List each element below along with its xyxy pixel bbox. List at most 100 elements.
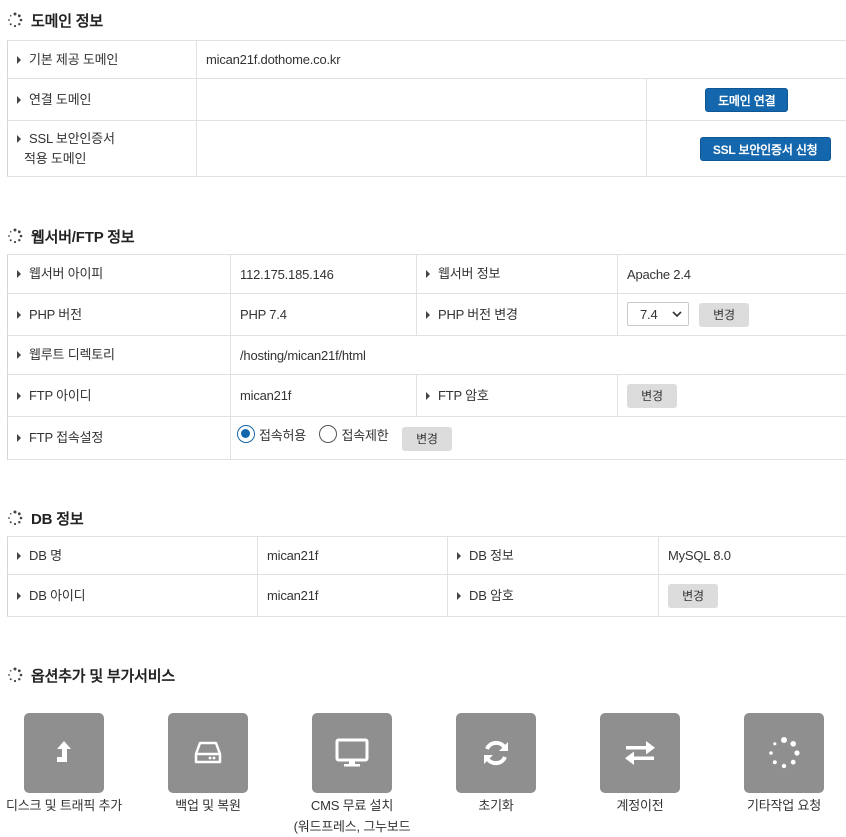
select-value: 7.4 [640,307,657,322]
radio-checked[interactable] [237,425,255,443]
row-label: FTP 접속설정 [29,428,103,448]
db-info-value: MySQL 8.0 [659,537,846,575]
table-row: 웹서버 아이피 112.175.185.146 웹서버 정보 Apache 2.… [8,255,846,294]
ssl-domain-value [197,121,647,177]
row-label: 웹서버 정보 [438,264,500,284]
ftp-access-change-button[interactable]: 변경 [402,427,452,451]
row-label: PHP 버전 [29,305,82,325]
db-section-title: DB 정보 [7,507,83,529]
connect-button-cell: 도메인 연결 [647,79,846,121]
db-id-label-cell: DB 아이디 [8,575,258,617]
transfer-arrows-icon [622,739,658,767]
radio-label: 접속허용 [259,425,306,444]
tile-label-line2: (워드프레스, 그누보드 [294,819,411,834]
hard-drive-icon [193,740,223,766]
row-label: FTP 암호 [438,386,489,406]
ssl-domain-label-cell: SSL 보안인증서 적용 도메인 [8,121,197,177]
db-name-label-cell: DB 명 [8,537,258,575]
server-value: Apache 2.4 [618,255,846,294]
webroot-label-cell: 웹루트 디렉토리 [8,336,231,375]
chevron-down-icon [672,311,682,317]
php-version-select[interactable]: 7.4 [627,302,689,326]
db-password-change-button[interactable]: 변경 [668,584,718,608]
row-label: FTP 아이디 [29,386,91,406]
row-label: 웹루트 디렉토리 [29,345,115,365]
ssl-button-cell: SSL 보안인증서 신청 [647,121,846,177]
radio-unchecked[interactable] [319,425,337,443]
row-label-line2: 적용 도메인 [17,149,187,169]
ftp-access-label-cell: FTP 접속설정 [8,417,231,460]
ftp-password-change-button[interactable]: 변경 [627,384,677,408]
cms-install-tile[interactable] [312,713,392,793]
row-label: SSL 보안인증서 [29,129,115,149]
php-version-value: PHP 7.4 [231,294,417,336]
loading-dots-icon [7,510,23,526]
table-row: PHP 버전 PHP 7.4 PHP 버전 변경 7.4 변경 [8,294,846,336]
table-row: DB 아이디 mican21f DB 암호 변경 [8,575,846,617]
table-row: FTP 아이디 mican21f FTP 암호 변경 [8,375,846,417]
ftp-id-value: mican21f [231,375,417,417]
php-change-button[interactable]: 변경 [699,303,749,327]
row-label: DB 명 [29,546,62,566]
ftp-id-label-cell: FTP 아이디 [8,375,231,417]
php-change-cell: 7.4 변경 [618,294,846,336]
ftp-access-cell: 접속허용 접속제한 변경 [231,417,846,460]
php-change-label-cell: PHP 버전 변경 [417,294,618,336]
db-info-table: DB 명 mican21f DB 정보 MySQL 8.0 DB 아이디 mic… [7,536,846,617]
ftp-deny-option[interactable]: 접속제한 [319,425,388,444]
account-transfer-tile[interactable] [600,713,680,793]
upload-arrow-icon [51,738,77,768]
db-pw-cell: 변경 [659,575,846,617]
server-label-cell: 웹서버 정보 [417,255,618,294]
ftp-pw-label-cell: FTP 암호 [417,375,618,417]
domain-info-table: 기본 제공 도메인 mican21f.dothome.co.kr 연결 도메인 … [7,40,846,177]
monitor-icon [335,738,369,768]
web-info-table: 웹서버 아이피 112.175.185.146 웹서버 정보 Apache 2.… [7,254,846,460]
ip-value: 112.175.185.146 [231,255,417,294]
basic-domain-value: mican21f.dothome.co.kr [197,41,846,79]
row-label: 웹서버 아이피 [29,264,103,284]
other-request-tile[interactable] [744,713,824,793]
table-row: 웹루트 디렉토리 /hosting/mican21f/html [8,336,846,375]
options-section-title: 옵션추가 및 부가서비스 [7,664,175,686]
disk-traffic-tile[interactable] [24,713,104,793]
row-label: 기본 제공 도메인 [29,50,118,70]
db-info-label-cell: DB 정보 [448,537,659,575]
section-title-text: 웹서버/FTP 정보 [31,226,134,247]
backup-restore-tile[interactable] [168,713,248,793]
row-label: 연결 도메인 [29,90,91,110]
db-id-value: mican21f [258,575,448,617]
table-row: DB 명 mican21f DB 정보 MySQL 8.0 [8,537,846,575]
spinner-icon [767,736,801,770]
db-pw-label-cell: DB 암호 [448,575,659,617]
web-section-title: 웹서버/FTP 정보 [7,225,134,247]
other-request-label[interactable]: 기타작업 요청 [699,795,846,816]
connect-domain-button[interactable]: 도메인 연결 [705,88,788,112]
radio-label: 접속제한 [341,425,388,444]
tile-label-line1: CMS 무료 설치 [311,798,393,813]
webroot-value: /hosting/mican21f/html [231,336,846,375]
table-row: 기본 제공 도메인 mican21f.dothome.co.kr [8,41,846,79]
loading-dots-icon [7,12,23,28]
php-label-cell: PHP 버전 [8,294,231,336]
section-title-text: 도메인 정보 [31,10,103,31]
reset-tile[interactable] [456,713,536,793]
section-title-text: 옵션추가 및 부가서비스 [31,665,175,686]
connected-domain-label-cell: 연결 도메인 [8,79,197,121]
row-label: DB 암호 [469,586,514,606]
connected-domain-value [197,79,647,121]
ftp-pw-cell: 변경 [618,375,846,417]
table-row: SSL 보안인증서 적용 도메인 SSL 보안인증서 신청 [8,121,846,177]
ftp-allow-option[interactable]: 접속허용 [237,425,306,444]
table-row: 연결 도메인 도메인 연결 [8,79,846,121]
domain-section-title: 도메인 정보 [7,9,103,31]
ip-label-cell: 웹서버 아이피 [8,255,231,294]
row-label: PHP 버전 변경 [438,305,518,325]
refresh-icon [480,737,512,769]
row-label: DB 정보 [469,546,514,566]
ssl-apply-button[interactable]: SSL 보안인증서 신청 [700,137,831,161]
table-row: FTP 접속설정 접속허용 접속제한 변경 [8,417,846,460]
db-name-value: mican21f [258,537,448,575]
row-label: DB 아이디 [29,586,85,606]
section-title-text: DB 정보 [31,508,83,529]
